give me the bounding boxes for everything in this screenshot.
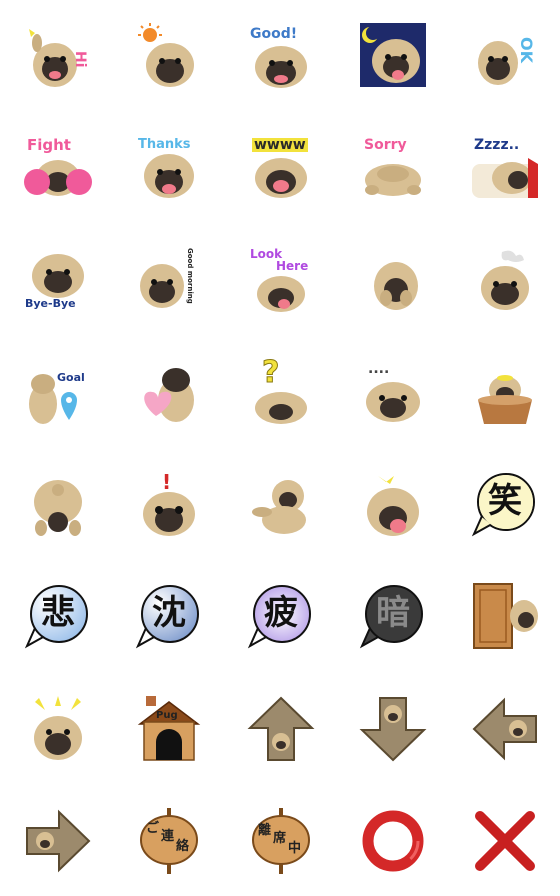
- pug-moon-icon: [360, 23, 426, 87]
- byebye-label: Bye-Bye: [25, 297, 76, 310]
- sticker-speechless[interactable]: ....: [360, 360, 426, 426]
- arrow-left-icon: [472, 697, 537, 761]
- sticker-arrow-up[interactable]: [247, 696, 315, 762]
- good-label: Good!: [250, 26, 298, 42]
- sticker-kanashii[interactable]: 悲: [24, 584, 91, 650]
- dots-label: ....: [368, 361, 390, 377]
- exclaim-label: !: [162, 470, 172, 494]
- gorenraku-3: 絡: [176, 839, 190, 854]
- pughouse-label: Pug: [156, 710, 178, 721]
- sticker-ohayo[interactable]: Good morning: [136, 248, 202, 314]
- sticker-grid: Hi Good! OK Fight Thanks wwww Sorry Zzzz…: [0, 0, 560, 896]
- sticker-cross[interactable]: [472, 808, 538, 874]
- sticker-butt[interactable]: [25, 472, 91, 538]
- sticker-smoke[interactable]: [472, 248, 538, 314]
- sticker-gorenraku[interactable]: ご 連 絡: [136, 808, 202, 874]
- wwww-label: wwww: [252, 137, 308, 153]
- pug-sun-icon: [138, 23, 194, 87]
- kanashii-label: 悲: [41, 593, 75, 633]
- sticker-circle[interactable]: [360, 808, 426, 874]
- pug-heart-icon: [144, 368, 194, 422]
- sticker-pughouse[interactable]: Pug: [136, 696, 202, 762]
- fight-label: Fight: [27, 136, 71, 154]
- zzz-label: Zzzz..: [474, 137, 520, 153]
- pug-smoke-icon: [481, 250, 529, 310]
- ok-label: OK: [517, 37, 536, 63]
- sticker-shock[interactable]: [25, 696, 91, 762]
- sticker-byebye[interactable]: Bye-Bye: [25, 248, 91, 314]
- pug-shocked-icon: [34, 696, 82, 760]
- arrow-down-icon: [359, 697, 427, 762]
- dog-house-icon: [137, 696, 201, 761]
- sticker-arrow-right[interactable]: [25, 808, 91, 874]
- sticker-surprise[interactable]: !: [136, 472, 202, 538]
- sticker-laugh[interactable]: wwww: [248, 134, 314, 200]
- sticker-sorry[interactable]: Sorry: [360, 134, 426, 200]
- hi-label: Hi: [72, 51, 88, 68]
- pug-scratching-icon: [252, 480, 306, 534]
- here-label: Here: [276, 259, 309, 273]
- thanks-label: Thanks: [138, 137, 191, 152]
- sticker-tsukare[interactable]: 疲: [247, 584, 314, 650]
- pug-back-icon: [34, 480, 82, 536]
- ohayo-label: Good morning: [186, 248, 194, 304]
- gorenraku-2: 連: [161, 829, 175, 844]
- pug-sitting-icon: [29, 374, 77, 424]
- cross-ng-icon: [475, 811, 535, 871]
- arrow-up-icon: [247, 696, 315, 761]
- riseki-2: 席: [273, 831, 287, 846]
- sticker-sleep[interactable]: Zzzz..: [472, 134, 538, 200]
- sticker-shy[interactable]: [360, 248, 426, 314]
- sticker-scratch[interactable]: [248, 472, 314, 538]
- sticker-chin[interactable]: 沈: [135, 584, 202, 650]
- chin-label: 沈: [152, 593, 186, 633]
- door-icon: [473, 583, 538, 649]
- sticker-tongue[interactable]: [360, 472, 426, 538]
- pug-bathtub-icon: [478, 375, 532, 424]
- pug-tongue-icon: [367, 476, 419, 536]
- warai-label: 笑: [488, 481, 522, 521]
- sticker-love[interactable]: [136, 360, 202, 426]
- pug-shy-icon: [374, 262, 418, 310]
- riseki-3: 中: [288, 841, 302, 856]
- sticker-hi[interactable]: Hi: [25, 23, 91, 89]
- sticker-arrow-left[interactable]: [472, 696, 538, 762]
- pug-confused-icon: [255, 392, 307, 424]
- tsukare-label: 疲: [264, 593, 298, 633]
- question-label: ?: [261, 355, 280, 390]
- sticker-night[interactable]: [360, 23, 426, 89]
- gorenraku-1: ご: [146, 821, 160, 836]
- sticker-question[interactable]: ?: [248, 355, 314, 426]
- circle-ok-icon: [362, 810, 424, 872]
- sticker-peek-door[interactable]: [472, 583, 538, 650]
- kurai-label: 暗: [376, 593, 410, 633]
- sticker-ok[interactable]: OK: [472, 23, 538, 89]
- sticker-goal[interactable]: Goal: [25, 360, 91, 426]
- riseki-1: 離: [258, 823, 272, 838]
- sticker-bath[interactable]: [472, 360, 538, 426]
- goal-label: Goal: [57, 371, 85, 384]
- sticker-warai[interactable]: 笑: [471, 472, 538, 538]
- sticker-sunny[interactable]: [136, 23, 202, 89]
- sticker-arrow-down[interactable]: [359, 696, 427, 762]
- sticker-kurai[interactable]: 暗: [359, 584, 426, 650]
- sorry-label: Sorry: [364, 137, 407, 153]
- arrow-right-icon: [26, 809, 91, 873]
- sticker-lookhere[interactable]: Look Here: [248, 248, 314, 314]
- sticker-thanks[interactable]: Thanks: [136, 134, 202, 200]
- sticker-good[interactable]: Good!: [248, 23, 314, 89]
- sticker-riseki[interactable]: 離 席 中: [248, 808, 314, 874]
- map-pin-icon: [61, 392, 77, 420]
- sticker-fight[interactable]: Fight: [24, 134, 92, 200]
